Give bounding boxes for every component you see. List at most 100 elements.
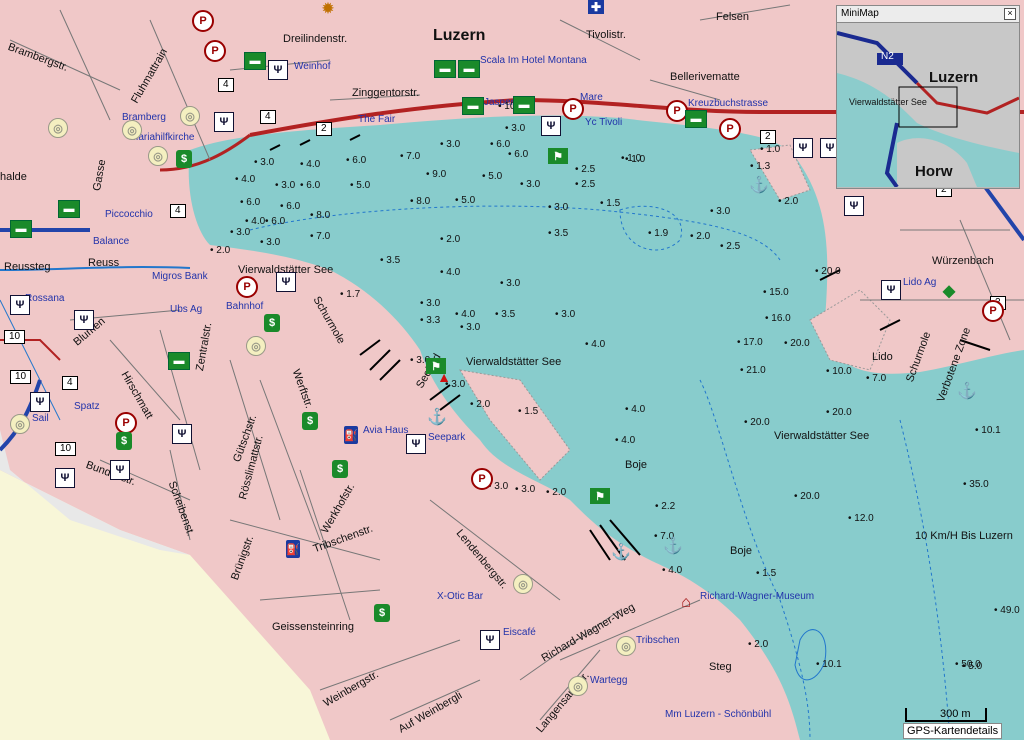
fuel-icon[interactable]: ⛽: [344, 426, 358, 444]
depth-sounding: • 3.0: [515, 484, 536, 495]
sport-icon[interactable]: ◎: [48, 118, 68, 138]
fuel-icon[interactable]: ⛽: [286, 540, 300, 558]
poi-rossana[interactable]: Rossana: [25, 294, 64, 304]
hotel-icon[interactable]: ▬: [513, 96, 535, 114]
restaurant-icon[interactable]: Ψ: [793, 138, 813, 158]
poi-seepark[interactable]: Seepark: [428, 433, 465, 443]
depth-sounding: • 6.0: [300, 180, 321, 191]
poi-sail[interactable]: Sail: [32, 414, 49, 424]
minimap-title: MiniMap: [841, 8, 879, 19]
parking-icon[interactable]: P: [982, 300, 1004, 322]
poi-ubs[interactable]: Ubs Ag: [170, 305, 202, 315]
hotel-icon[interactable]: ▬: [244, 52, 266, 70]
restaurant-icon[interactable]: Ψ: [844, 196, 864, 216]
hotel-icon[interactable]: ▬: [168, 352, 190, 370]
anchor-icon[interactable]: ⚓: [749, 176, 769, 194]
minimap-close-button[interactable]: ×: [1004, 8, 1016, 20]
parking-icon[interactable]: P: [562, 98, 584, 120]
poi-mm-luzern[interactable]: Mm Luzern - Schönbühl: [665, 710, 771, 720]
restaurant-icon[interactable]: Ψ: [406, 434, 426, 454]
poi-wartegg[interactable]: Wartegg: [590, 676, 627, 686]
parking-icon[interactable]: P: [719, 118, 741, 140]
poi-avia-haus[interactable]: Avia Haus: [363, 426, 408, 436]
depth-sounding: • 1.9: [648, 228, 669, 239]
bank-icon[interactable]: $: [176, 150, 192, 168]
bank-icon[interactable]: $: [116, 432, 132, 450]
sport-icon[interactable]: ◎: [513, 574, 533, 594]
sport-icon[interactable]: ◎: [616, 636, 636, 656]
poi-xotic-bar[interactable]: X-Otic Bar: [437, 592, 483, 602]
poi-balance[interactable]: Balance: [93, 237, 129, 247]
restaurant-icon[interactable]: Ψ: [74, 310, 94, 330]
anchor-icon[interactable]: ⚓: [611, 543, 631, 561]
place-label-lido: Lido: [872, 351, 893, 363]
depth-sounding: • 20.0: [826, 407, 852, 418]
waypoint-icon[interactable]: ◆: [940, 283, 958, 300]
parking-icon[interactable]: P: [236, 276, 258, 298]
restaurant-icon[interactable]: Ψ: [30, 392, 50, 412]
poi-kreuzbuchstrasse[interactable]: Kreuzbuchstrasse: [688, 99, 768, 109]
minimap-panel[interactable]: MiniMap × N2 Luzern Vierwaldstätter See …: [836, 5, 1020, 189]
museum-icon[interactable]: ⌂: [676, 594, 696, 612]
hotel-icon[interactable]: ▬: [434, 60, 456, 78]
depth-sounding: • 3.0: [520, 179, 541, 190]
marina-icon[interactable]: ⚑: [548, 148, 568, 164]
restaurant-icon[interactable]: Ψ: [172, 424, 192, 444]
restaurant-icon[interactable]: Ψ: [480, 630, 500, 650]
marina-icon[interactable]: ⚑: [590, 488, 610, 504]
parking-icon[interactable]: P: [192, 10, 214, 32]
depth-sounding: • 3.0: [440, 139, 461, 150]
poi-migros-bank[interactable]: Migros Bank: [152, 272, 208, 282]
restaurant-icon[interactable]: Ψ: [268, 60, 288, 80]
depth-sounding: • 4.0: [235, 174, 256, 185]
depth-sounding: • 1.7: [340, 289, 361, 300]
anchor-icon[interactable]: ⚓: [663, 537, 683, 555]
restaurant-icon[interactable]: Ψ: [10, 295, 30, 315]
sport-icon[interactable]: ◎: [180, 106, 200, 126]
restaurant-icon[interactable]: Ψ: [110, 460, 130, 480]
depth-sounding: • 2.0: [470, 399, 491, 410]
depth-sounding: • 2.0: [210, 245, 231, 256]
poi-scala[interactable]: Scala Im Hotel Montana: [480, 56, 587, 66]
parking-icon[interactable]: P: [204, 40, 226, 62]
poi-bahnhof[interactable]: Bahnhof: [226, 302, 263, 312]
anchor-icon[interactable]: ⚓: [957, 382, 977, 400]
hotel-icon[interactable]: ▬: [685, 110, 707, 128]
sport-icon[interactable]: ◎: [148, 146, 168, 166]
depth-sounding: • 3.0: [710, 206, 731, 217]
parking-icon[interactable]: P: [471, 468, 493, 490]
poi-mare[interactable]: Mare: [580, 93, 603, 103]
bank-icon[interactable]: $: [264, 314, 280, 332]
hotel-icon[interactable]: ▬: [10, 220, 32, 238]
hotel-icon[interactable]: ▬: [462, 97, 484, 115]
bank-icon[interactable]: $: [302, 412, 318, 430]
poi-tribschen[interactable]: Tribschen: [636, 636, 680, 646]
hotel-icon[interactable]: ▬: [458, 60, 480, 78]
poi-the-fair[interactable]: The Fair: [358, 115, 395, 125]
poi-piccocchio[interactable]: Piccocchio: [105, 210, 153, 220]
boje-label: Boje: [730, 545, 753, 557]
attraction-icon[interactable]: ✹: [318, 0, 338, 16]
restaurant-icon[interactable]: Ψ: [881, 280, 901, 300]
anchor-icon[interactable]: ⚓: [427, 408, 447, 426]
depth-sounding: • 6.0: [346, 155, 367, 166]
poi-spatz[interactable]: Spatz: [74, 402, 100, 412]
sport-icon[interactable]: ◎: [568, 676, 588, 696]
parking-icon[interactable]: P: [115, 412, 137, 434]
restaurant-icon[interactable]: Ψ: [541, 116, 561, 136]
bank-icon[interactable]: $: [332, 460, 348, 478]
poi-eiscafe[interactable]: Eiscafé: [503, 628, 536, 638]
restaurant-icon[interactable]: Ψ: [214, 112, 234, 132]
restaurant-icon[interactable]: Ψ: [55, 468, 75, 488]
sport-icon[interactable]: ◎: [10, 414, 30, 434]
poi-lido-ag[interactable]: Lido Ag: [903, 278, 936, 288]
poi-yc-tivoli[interactable]: Yc Tivoli: [585, 118, 622, 128]
poi-weinhof[interactable]: Weinhof: [294, 62, 331, 72]
restaurant-icon[interactable]: Ψ: [276, 272, 296, 292]
poi-richard-wagner-museum[interactable]: Richard-Wagner-Museum: [700, 592, 814, 602]
sport-icon[interactable]: ◎: [122, 120, 142, 140]
bank-icon[interactable]: $: [374, 604, 390, 622]
hotel-icon[interactable]: ▬: [58, 200, 80, 218]
sport-icon[interactable]: ◎: [246, 336, 266, 356]
hospital-icon[interactable]: ✚: [588, 0, 604, 14]
